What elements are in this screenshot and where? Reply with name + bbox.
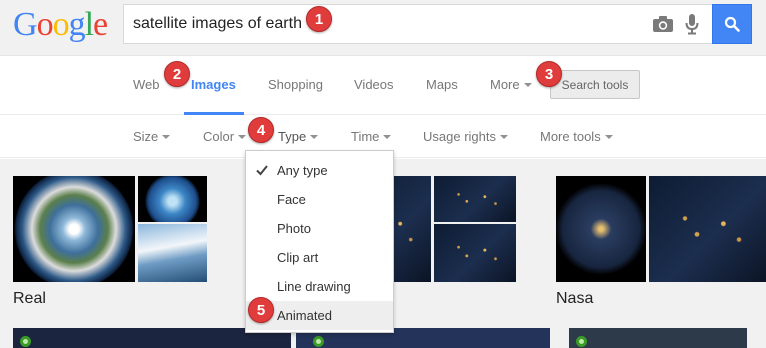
tool-type-label: Type [278, 129, 307, 144]
chevron-down-icon [310, 134, 319, 139]
tab-videos[interactable]: Videos [354, 77, 394, 92]
logo-letter: g [68, 6, 86, 43]
result-caption[interactable]: Nasa [556, 290, 593, 308]
header-bar: Google [0, 0, 766, 56]
annotation-badge-4: 4 [248, 117, 274, 143]
logo-letter: l [84, 6, 95, 43]
chevron-down-icon [604, 134, 613, 139]
active-tab-indicator [184, 112, 244, 115]
tab-maps[interactable]: Maps [426, 77, 458, 92]
menu-item-line-drawing[interactable]: Line drawing [246, 272, 393, 301]
annotation-badge-3: 3 [536, 61, 562, 87]
chevron-down-icon [499, 134, 508, 139]
annotation-badge-5: 5 [248, 297, 274, 323]
search-button[interactable] [712, 4, 752, 44]
tool-type[interactable]: Type [278, 129, 319, 144]
menu-item-clip-art[interactable]: Clip art [246, 243, 393, 272]
result-caption[interactable]: Real [13, 290, 46, 308]
result-image[interactable] [556, 176, 646, 282]
chevron-down-icon [523, 82, 532, 87]
logo-letter: o [52, 6, 70, 43]
tool-time[interactable]: Time [351, 129, 392, 144]
tool-more-tools-label: More tools [540, 129, 601, 144]
menu-item-face[interactable]: Face [246, 185, 393, 214]
menu-item-photo[interactable]: Photo [246, 214, 393, 243]
chevron-down-icon [162, 134, 171, 139]
tab-web[interactable]: Web [133, 77, 160, 92]
annotation-badge-1: 1 [306, 6, 332, 32]
result-image[interactable] [434, 176, 516, 222]
chevron-down-icon [383, 134, 392, 139]
magnifier-icon [724, 16, 740, 32]
tool-usage-rights-label: Usage rights [423, 129, 496, 144]
menu-item-label: Any type [277, 163, 328, 178]
google-logo[interactable]: Google [13, 5, 108, 45]
result-image[interactable] [138, 176, 207, 222]
tool-color[interactable]: Color [203, 129, 247, 144]
animated-badge-icon [313, 336, 324, 347]
search-box [123, 4, 713, 44]
tab-more[interactable]: More [490, 77, 532, 92]
search-type-tabs: Web Images Shopping Videos Maps More Sea… [0, 57, 766, 115]
tool-time-label: Time [351, 129, 380, 144]
camera-icon[interactable] [652, 15, 674, 33]
tool-color-label: Color [203, 129, 235, 144]
tab-more-label: More [490, 77, 520, 92]
result-image[interactable] [138, 224, 207, 282]
search-tools-button[interactable]: Search tools [550, 70, 640, 99]
checkmark-icon [256, 165, 268, 176]
tab-shopping[interactable]: Shopping [268, 77, 323, 92]
logo-letter: G [13, 6, 38, 43]
result-image[interactable] [649, 176, 766, 282]
microphone-icon[interactable] [684, 13, 700, 35]
result-image[interactable] [13, 176, 135, 282]
result-image[interactable] [434, 224, 516, 282]
menu-item-any-type[interactable]: Any type [246, 156, 393, 185]
logo-letter: o [36, 6, 54, 43]
tool-size-label: Size [133, 129, 159, 144]
animated-badge-icon [20, 336, 31, 347]
tool-usage-rights[interactable]: Usage rights [423, 129, 508, 144]
page: { "logo": { "letters": [ {"ch": "G", "co… [0, 0, 766, 348]
tool-size[interactable]: Size [133, 129, 171, 144]
annotation-badge-2: 2 [164, 61, 190, 87]
result-image[interactable] [569, 328, 747, 348]
chevron-down-icon [238, 134, 247, 139]
tool-more-tools[interactable]: More tools [540, 129, 613, 144]
tab-images[interactable]: Images [191, 77, 236, 92]
animated-badge-icon [576, 336, 587, 347]
search-input[interactable] [133, 5, 633, 43]
logo-letter: e [93, 6, 108, 43]
